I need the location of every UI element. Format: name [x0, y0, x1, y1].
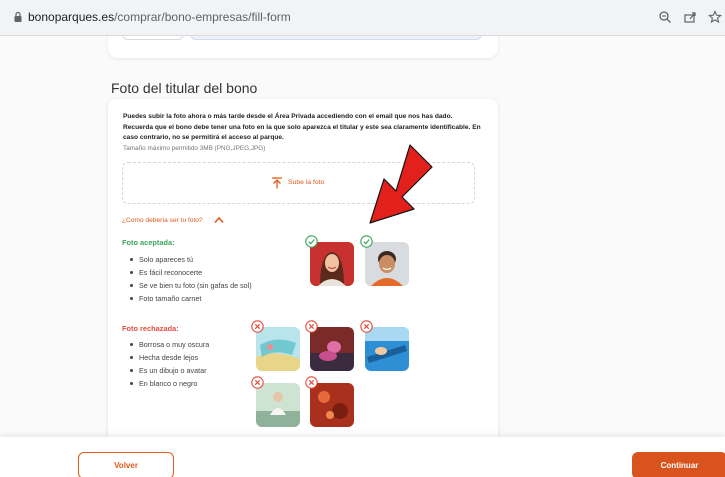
list-item: Borrosa o muy oscura — [130, 338, 209, 351]
list-item: Solo apareces tú — [130, 253, 252, 266]
rejected-photo-dark — [310, 383, 354, 427]
previous-form-card — [108, 36, 498, 58]
chevron-up-icon[interactable] — [214, 216, 224, 224]
x-circle-icon — [305, 376, 318, 389]
x-circle-icon — [360, 320, 373, 333]
footer-bar: Volver Continuar — [0, 437, 725, 477]
url-path: /comprar/bono-empresas/fill-form — [114, 10, 291, 24]
rejected-photo-avatar — [365, 327, 409, 371]
rejected-photo-blurry — [256, 327, 300, 371]
zoom-icon[interactable] — [658, 10, 672, 24]
x-circle-icon — [251, 376, 264, 389]
list-item: Es fácil reconocerte — [130, 266, 252, 279]
list-item: Se ve bien tu foto (sin gafas de sol) — [130, 279, 252, 292]
howto-toggle[interactable]: ¿Como debería ser tu foto? — [122, 217, 203, 224]
star-icon[interactable] — [708, 10, 722, 24]
section-title: Foto del titular del bono — [111, 80, 258, 96]
rejected-photo-far — [310, 327, 354, 371]
browser-address-bar: bonoparques.es/comprar/bono-empresas/fil… — [0, 0, 725, 36]
continue-button[interactable]: Continuar — [632, 452, 725, 477]
intro-text: Puedes subir la foto ahora o más tarde d… — [123, 113, 481, 141]
rejected-title: Foto rechazada: — [122, 324, 179, 333]
upload-icon — [272, 177, 282, 189]
page-content: Foto del titular del bono Puedes subir l… — [0, 36, 725, 477]
list-item: Es un dibujo o avatar — [130, 364, 209, 377]
x-circle-icon — [305, 320, 318, 333]
list-item: En blanco o negro — [130, 377, 209, 390]
previous-input-edge[interactable] — [190, 36, 482, 40]
x-circle-icon — [251, 320, 264, 333]
list-item: Hecha desde lejos — [130, 351, 209, 364]
previous-button-edge[interactable] — [122, 36, 184, 40]
share-icon[interactable] — [683, 10, 697, 24]
url-host: bonoparques.es — [28, 10, 115, 24]
back-button[interactable]: Volver — [78, 452, 174, 477]
accepted-title: Foto aceptada: — [122, 238, 175, 247]
check-circle-icon — [360, 235, 373, 248]
accepted-photo-boy — [365, 242, 409, 286]
accepted-list: Solo apareces tú Es fácil reconocerte Se… — [130, 253, 252, 305]
upload-label: Sube la foto — [288, 179, 325, 186]
url-field[interactable]: bonoparques.es/comprar/bono-empresas/fil… — [28, 10, 291, 24]
rejected-list: Borrosa o muy oscura Hecha desde lejos E… — [130, 338, 209, 390]
red-arrow-annotation — [369, 144, 433, 224]
max-size-note: Tamaño máximo permitido 3MB (PNG,JPEG,JP… — [123, 145, 266, 152]
list-item: Foto tamaño carnet — [130, 292, 252, 305]
lock-icon — [14, 11, 22, 22]
accepted-photo-woman — [310, 242, 354, 286]
rejected-photo-bw — [256, 383, 300, 427]
check-circle-icon — [305, 235, 318, 248]
